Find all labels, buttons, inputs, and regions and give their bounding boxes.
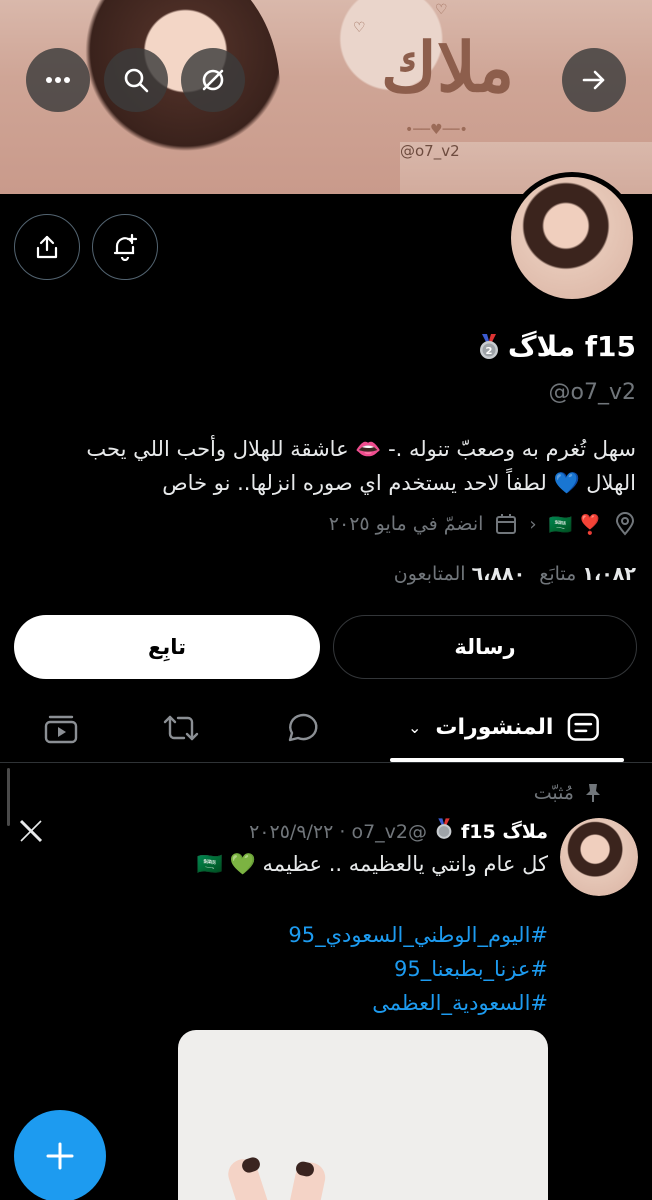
- chevron-down-icon: ⌄: [408, 717, 422, 737]
- message-button[interactable]: رسالة: [333, 615, 637, 679]
- profile-tabs: المنشورات ⌄: [0, 700, 652, 762]
- video-icon: [44, 715, 78, 744]
- share-icon: [36, 235, 58, 259]
- banner-title: ملاك: [380, 28, 515, 108]
- hashtag-link[interactable]: #السعودية_العظمى: [288, 986, 548, 1020]
- scrollbar[interactable]: [7, 768, 10, 826]
- profile-meta: ❣️ 🇸🇦 ‹ انضمّ في مايو ٢٠٢٥: [329, 512, 636, 536]
- post-author[interactable]: ملاگ f15: [461, 821, 548, 843]
- hashtag-link[interactable]: #اليوم_الوطني_السعودي_95: [288, 918, 548, 952]
- banner-handle: @o7_v2: [400, 142, 652, 194]
- search-button[interactable]: [104, 48, 168, 112]
- profile-avatar[interactable]: [506, 172, 638, 304]
- bio-line: سهل تُغرم به وصعبّ تنوله .- 👄 عاشقة للهل…: [86, 437, 636, 461]
- following-stat[interactable]: ١،٠٨٢ متابَع: [539, 563, 636, 585]
- more-button[interactable]: [26, 48, 90, 112]
- posts-icon: [568, 713, 600, 741]
- share-button[interactable]: [14, 214, 80, 280]
- profile-name: 2 ملاگ f15: [478, 330, 636, 363]
- medal-icon: [435, 818, 453, 845]
- post-header: ملاگ f15 @o7_v2 · ٢٠٢٥/٩/٢٢: [249, 818, 548, 845]
- plus-icon: [46, 1142, 74, 1170]
- svg-text:2: 2: [485, 346, 492, 357]
- followers-label: المتابعون: [393, 563, 466, 585]
- display-name: ملاگ f15: [507, 330, 636, 363]
- pinned-text: مُثبّت: [533, 782, 574, 804]
- location-text: ❣️ 🇸🇦: [548, 513, 602, 536]
- arrow-right-icon: [582, 70, 605, 90]
- ornament-decoration: •──♥──•: [405, 122, 468, 138]
- x-logo-icon: [18, 818, 44, 848]
- banner-portrait: [70, 0, 280, 194]
- tab-reposts[interactable]: [162, 712, 200, 748]
- reply-icon: [288, 713, 318, 742]
- chevron-left-icon[interactable]: ‹: [529, 514, 536, 535]
- profile-handle: @o7_v2: [548, 380, 636, 405]
- medal-icon: 2: [478, 333, 500, 360]
- followers-count: ٦،٨٨٠: [471, 563, 526, 585]
- repost-icon: [163, 715, 199, 741]
- compose-button[interactable]: [14, 1110, 106, 1200]
- pin-icon: [586, 784, 600, 802]
- post-handle-date: @o7_v2 · ٢٠٢٥/٩/٢٢: [249, 820, 428, 843]
- follow-button[interactable]: تابِع: [14, 615, 320, 679]
- back-button[interactable]: [562, 48, 626, 112]
- post-avatar[interactable]: [560, 818, 638, 896]
- heart-decoration: ♡: [435, 2, 448, 18]
- followers-stat[interactable]: ٦،٨٨٠ المتابعون: [394, 563, 525, 585]
- pinned-label: مُثبّت: [534, 782, 602, 808]
- tab-replies[interactable]: [284, 712, 320, 748]
- bell-plus-icon: [113, 233, 138, 261]
- post-hashtags: #اليوم_الوطني_السعودي_95 #عزنا_بطبعنا_95…: [288, 918, 548, 1020]
- post-text: كل عام وانتي يالعظيمه .. عظيمه 💚 🇸🇦: [196, 852, 548, 876]
- notify-button[interactable]: [92, 214, 158, 280]
- tab-posts[interactable]: المنشورات ⌄: [408, 712, 600, 742]
- tab-posts-label: المنشورات: [435, 714, 554, 740]
- tabs-divider: [0, 762, 652, 763]
- bio-line: الهلال 💙 لطفاً لاحد يستخدم اي صوره انزله…: [162, 471, 636, 495]
- grok-button[interactable]: [181, 48, 245, 112]
- follow-stats: ١،٠٨٢ متابَع ٦،٨٨٠ المتابعون: [394, 563, 636, 585]
- joined-date: انضمّ في مايو ٢٠٢٥: [328, 513, 484, 535]
- more-horizontal-icon: [46, 77, 70, 83]
- profile-banner[interactable]: ♡ ♡ ملاك •──♥──• @o7_v2: [0, 0, 652, 194]
- tab-media[interactable]: [44, 714, 78, 748]
- post-media[interactable]: [178, 1030, 548, 1200]
- profile-bio: سهل تُغرم به وصعبّ تنوله .- 👄 عاشقة للهل…: [14, 432, 636, 500]
- following-label: متابَع: [539, 563, 577, 585]
- hashtag-link[interactable]: #عزنا_بطبعنا_95: [288, 952, 548, 986]
- following-count: ١،٠٨٢: [582, 563, 636, 585]
- calendar-icon: [496, 514, 517, 534]
- location-icon: [615, 512, 635, 536]
- grok-icon: [202, 69, 224, 91]
- search-icon: [124, 68, 149, 93]
